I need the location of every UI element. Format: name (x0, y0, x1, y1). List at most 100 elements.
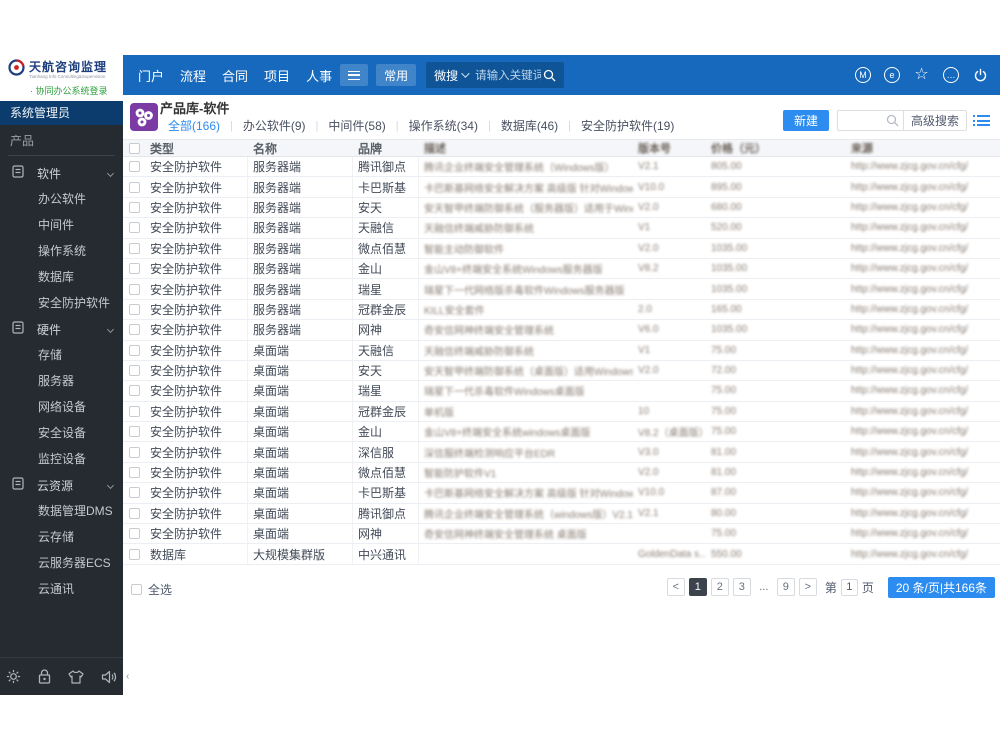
page-button-9[interactable]: 9 (776, 578, 795, 597)
new-button[interactable]: 新建 (782, 110, 829, 131)
select-all[interactable]: 全选 (131, 581, 172, 598)
table-row: 安全防护软件 服务器端 天融信 天融信终端威胁防御系统 V1 520.00 http://w… (123, 218, 1000, 239)
sidebar-item-云存储[interactable]: 云存储 (0, 524, 123, 550)
topnav-item-项目[interactable]: 项目 (264, 66, 290, 85)
row-checkbox[interactable] (128, 303, 140, 315)
sidebar-item-中间件[interactable]: 中间件 (0, 212, 123, 238)
row-checkbox[interactable] (128, 528, 140, 540)
sidebar-item-存储[interactable]: 存储 (0, 342, 123, 368)
row-checkbox[interactable] (128, 201, 140, 213)
prev-page-button[interactable]: < (666, 578, 685, 597)
cell-来源: http://www.zjcg.gov.cn/cfg/ (851, 201, 969, 213)
search-scope-dropdown[interactable]: 微搜 (434, 67, 470, 84)
row-checkbox-cell (123, 463, 145, 482)
header-checkbox[interactable] (128, 142, 140, 154)
speaker-icon[interactable] (101, 670, 117, 684)
cell-价格（元）: 80.00 (711, 507, 737, 519)
sidebar-group-软件[interactable]: 软件 (0, 160, 123, 186)
select-all-checkbox[interactable] (131, 583, 142, 595)
tab-安全防护软件[interactable]: 安全防护软件(19) (571, 117, 684, 134)
star-icon[interactable]: ☆ (913, 66, 930, 84)
cell-名称: 服务器端 (248, 177, 353, 197)
row-checkbox[interactable] (128, 283, 140, 295)
search-icon[interactable] (543, 69, 556, 82)
theme-shirt-icon[interactable] (68, 669, 84, 684)
row-checkbox[interactable] (128, 467, 140, 479)
list-view-icon[interactable] (973, 115, 990, 126)
lock-icon[interactable] (38, 669, 51, 684)
cell-名称: 服务器端 (248, 279, 353, 299)
sidebar-item-服务器[interactable]: 服务器 (0, 368, 123, 394)
page-button-1[interactable]: 1 (688, 578, 707, 597)
row-checkbox[interactable] (128, 161, 140, 173)
sidebar-item-云通讯[interactable]: 云通讯 (0, 576, 123, 602)
row-checkbox[interactable] (128, 405, 140, 417)
cell-名称: 服务器端 (248, 197, 353, 218)
oa-login-link[interactable]: · 协同办公系统登录 (30, 84, 117, 97)
tab-办公软件[interactable]: 办公软件(9) (233, 117, 316, 134)
topnav-item-人事[interactable]: 人事 (306, 66, 332, 85)
sidebar-item-操作系统[interactable]: 操作系统 (0, 238, 123, 264)
next-page-button[interactable]: > (798, 578, 817, 597)
row-checkbox[interactable] (128, 548, 140, 560)
row-checkbox[interactable] (128, 507, 140, 519)
page-button-3[interactable]: 3 (732, 578, 751, 597)
row-checkbox[interactable] (128, 324, 140, 336)
row-checkbox[interactable] (128, 263, 140, 275)
cell-类型: 安全防护软件 (145, 422, 248, 442)
jump-suffix: 页 (861, 580, 874, 595)
advanced-search-button[interactable]: 高级搜索 (902, 111, 966, 130)
sidebar-item-数据库[interactable]: 数据库 (0, 264, 123, 290)
more-icon[interactable]: … (943, 67, 959, 83)
row-checkbox[interactable] (128, 365, 140, 377)
sidebar-item-办公软件[interactable]: 办公软件 (0, 186, 123, 212)
sidebar-group-云资源[interactable]: 云资源 (0, 472, 123, 498)
gear-icon[interactable] (6, 669, 21, 684)
jump-page-input[interactable]: 1 (840, 578, 858, 596)
hamburger-icon (348, 70, 361, 80)
e-badge-icon[interactable]: e (884, 67, 900, 83)
favorites-button[interactable]: 常用 (376, 64, 417, 86)
tab-全部[interactable]: 全部(166) (158, 117, 230, 134)
sidebar-item-云服务器ECS[interactable]: 云服务器ECS (0, 550, 123, 576)
sidebar-item-数据管理DMS[interactable]: 数据管理DMS (0, 498, 123, 524)
collapse-sidebar-icon[interactable]: ‹ (126, 671, 129, 682)
sidebar-item-安全防护软件[interactable]: 安全防护软件 (0, 290, 123, 316)
row-checkbox[interactable] (128, 487, 140, 499)
page-size-badge[interactable]: 20 条/页|共166条 (887, 576, 995, 598)
row-checkbox[interactable] (128, 242, 140, 254)
tab-数据库[interactable]: 数据库(46) (491, 117, 568, 134)
tab-中间件[interactable]: 中间件(58) (318, 117, 395, 134)
m-badge-icon[interactable]: M (855, 67, 871, 83)
logo-area: 天航咨询监理 Tianhang Info Consulting&Supervis… (0, 55, 123, 101)
sidebar-group-硬件[interactable]: 硬件 (0, 316, 123, 342)
row-checkbox[interactable] (128, 222, 140, 234)
table-search-input[interactable] (838, 111, 882, 130)
topnav-item-合同[interactable]: 合同 (222, 66, 248, 85)
table-search-icon[interactable] (882, 114, 903, 127)
sidebar-item-安全设备[interactable]: 安全设备 (0, 420, 123, 446)
cell-来源: http://www.zjcg.gov.cn/cfg/ (851, 446, 969, 458)
topnav-item-流程[interactable]: 流程 (180, 66, 206, 85)
cell-类型: 数据库 (145, 544, 248, 564)
sidebar-item-网络设备[interactable]: 网络设备 (0, 394, 123, 420)
page-title: 产品库-软件 (160, 101, 230, 116)
row-checkbox-cell (123, 524, 145, 543)
cell-版本号: V8.2 (638, 263, 659, 275)
global-search-input[interactable]: 请输入关键词搜 (475, 67, 541, 83)
power-icon[interactable] (972, 67, 988, 83)
topnav-item-门户[interactable]: 门户 (138, 66, 164, 85)
row-checkbox[interactable] (128, 426, 140, 438)
cell-描述: 天融信终端威胁防御系统 (424, 346, 534, 358)
row-checkbox[interactable] (128, 344, 140, 356)
row-checkbox[interactable] (128, 181, 140, 193)
row-checkbox[interactable] (128, 385, 140, 397)
sidebar-tree: 软件办公软件 中间件 操作系统 数据库 安全防护软件 硬件 存储 服务器 网络设备 安全设备 监控设… (0, 160, 123, 602)
row-checkbox[interactable] (128, 446, 140, 458)
apps-menu-button[interactable] (340, 64, 369, 86)
sidebar-item-监控设备[interactable]: 监控设备 (0, 446, 123, 472)
cell-价格（元）: 87.00 (711, 487, 737, 499)
tab-操作系统[interactable]: 操作系统(34) (399, 117, 488, 134)
page-button-2[interactable]: 2 (710, 578, 729, 597)
sidebar-group-label: 软件 (37, 166, 62, 181)
